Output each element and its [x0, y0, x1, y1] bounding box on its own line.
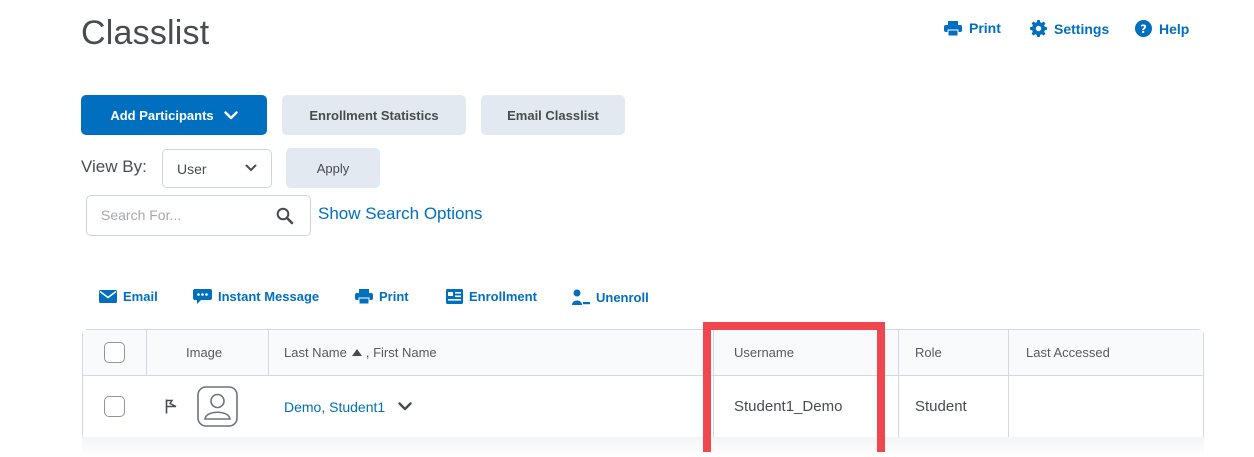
add-participants-label: Add Participants [110, 107, 214, 123]
help-link-label: Help [1159, 20, 1190, 37]
chevron-down-icon [223, 110, 238, 119]
chevron-down-icon[interactable] [398, 402, 412, 411]
email-action[interactable]: Email [99, 289, 158, 304]
email-classlist-button[interactable]: Email Classlist [481, 95, 625, 135]
view-by-label: View By: [81, 157, 147, 176]
apply-button[interactable]: Apply [286, 148, 380, 188]
role-cell: Student [915, 398, 967, 415]
search-icon[interactable] [276, 207, 294, 225]
user-minus-icon [572, 289, 590, 305]
envelope-icon [99, 290, 117, 303]
header-last-name[interactable]: Last Name [284, 345, 347, 360]
student-name-cell: Demo, Student1 [284, 376, 412, 437]
show-search-options-link[interactable]: Show Search Options [318, 204, 482, 224]
enrollment-action[interactable]: Enrollment [446, 289, 537, 304]
row-checkbox[interactable] [104, 396, 125, 417]
header-last-accessed[interactable]: Last Accessed [1026, 330, 1110, 375]
header-first-name[interactable]: , First Name [366, 345, 437, 360]
avatar-cell [197, 376, 238, 437]
settings-link-label: Settings [1054, 20, 1110, 37]
printer-icon [355, 289, 373, 304]
enrollment-statistics-button[interactable]: Enrollment Statistics [282, 95, 466, 135]
flag-icon[interactable] [165, 399, 178, 414]
print-action[interactable]: Print [355, 289, 409, 304]
svg-text:?: ? [1140, 22, 1147, 36]
print-link-label: Print [969, 20, 1001, 36]
select-all-checkbox-cell [104, 330, 125, 375]
chevron-down-icon [245, 164, 257, 172]
page-title: Classlist [81, 14, 210, 52]
enrollment-card-icon [446, 289, 463, 304]
printer-icon [944, 20, 962, 36]
chat-icon [193, 289, 212, 304]
table-header-row: Image Last Name , First Name Username Ro… [83, 330, 1203, 376]
search-input[interactable] [99, 206, 269, 224]
email-action-label: Email [123, 289, 158, 304]
view-by-select[interactable]: User [162, 149, 272, 188]
classlist-table: Image Last Name , First Name Username Ro… [82, 329, 1204, 438]
table-next-row-fade [82, 437, 1204, 457]
header-image: Image [186, 345, 223, 360]
enrollment-action-label: Enrollment [469, 289, 537, 304]
unenroll-action-label: Unenroll [596, 290, 649, 305]
table-row: Demo, Student1 Student1_Demo Student [83, 376, 1203, 438]
student-name-link[interactable]: Demo, Student1 [284, 399, 385, 415]
header-role[interactable]: Role [915, 330, 942, 375]
view-by-selected: User [177, 160, 207, 177]
gear-icon [1030, 20, 1047, 37]
print-action-label: Print [379, 289, 409, 304]
help-link[interactable]: ? Help [1135, 20, 1189, 37]
unenroll-action[interactable]: Unenroll [572, 289, 649, 306]
avatar-icon [197, 386, 238, 427]
header-name[interactable]: Last Name , First Name [284, 330, 437, 375]
flag-cell [165, 376, 178, 437]
sort-ascending-icon [351, 349, 362, 356]
settings-link[interactable]: Settings [1030, 20, 1109, 37]
print-link[interactable]: Print [944, 20, 1001, 36]
help-icon: ? [1135, 20, 1152, 37]
select-all-checkbox[interactable] [104, 342, 125, 363]
username-highlight-box [703, 322, 885, 452]
row-checkbox-cell [104, 376, 125, 437]
search-box [86, 195, 311, 236]
instant-message-action-label: Instant Message [218, 289, 320, 304]
instant-message-action[interactable]: Instant Message [193, 289, 319, 304]
add-participants-button[interactable]: Add Participants [81, 95, 267, 135]
